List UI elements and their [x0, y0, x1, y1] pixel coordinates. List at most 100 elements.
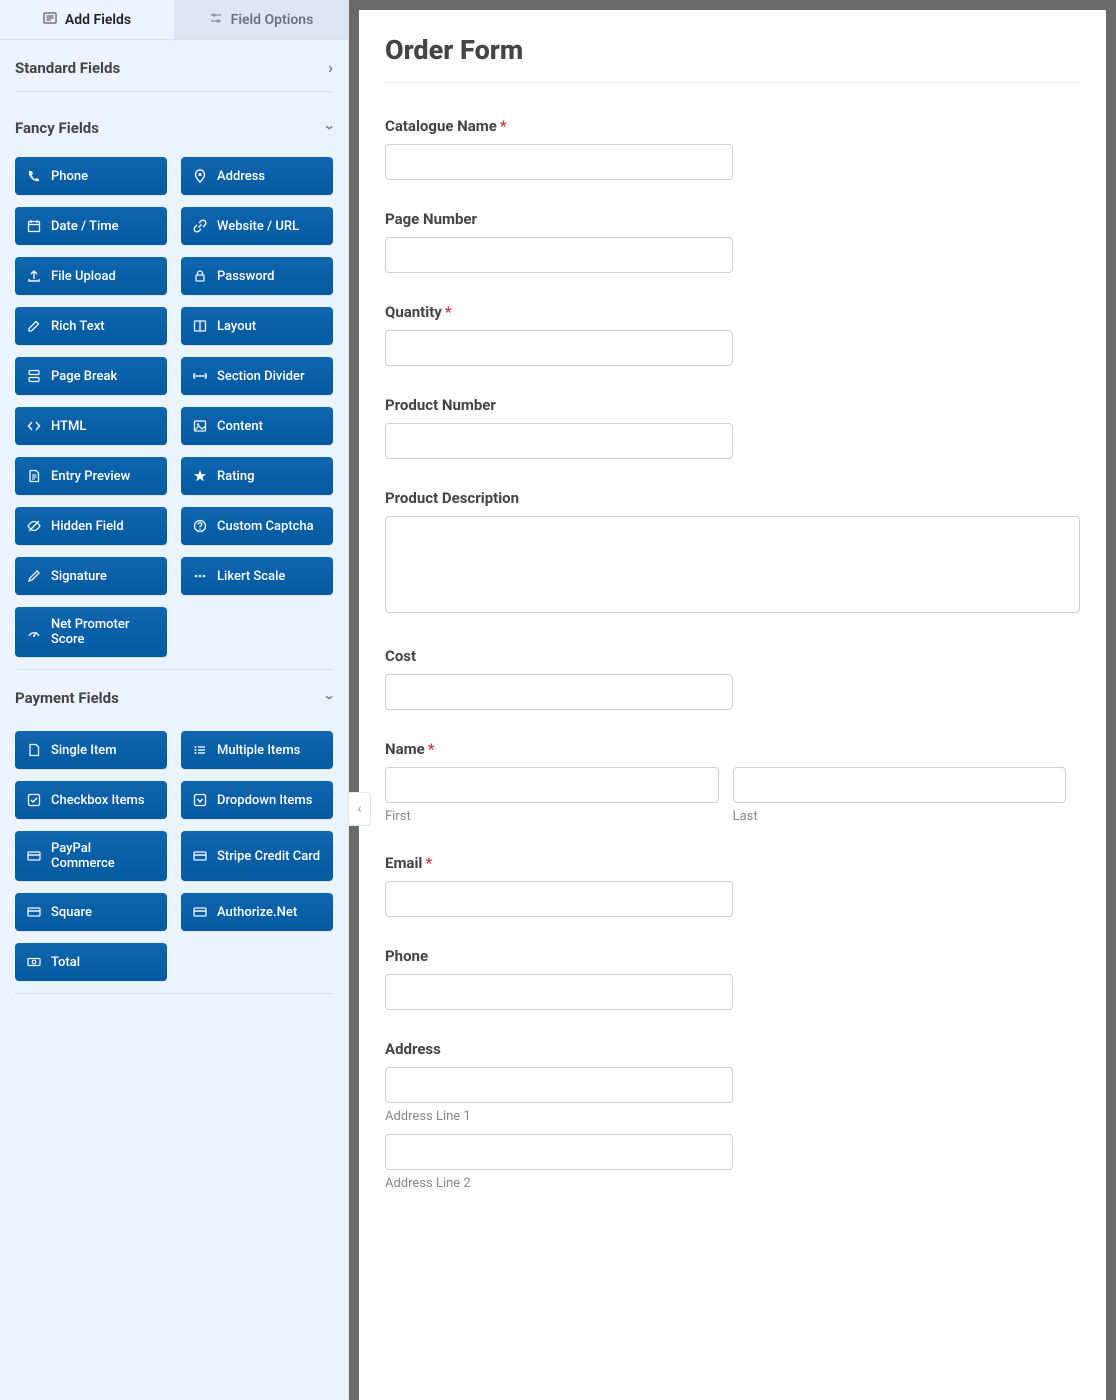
pen-icon: [27, 569, 41, 583]
field-label: Cost: [385, 647, 1080, 665]
payment-field-checkbox-items[interactable]: Checkbox Items: [15, 781, 167, 819]
product-description-textarea[interactable]: [385, 516, 1080, 613]
chevron-right-icon: ›: [328, 58, 333, 77]
fancy-field-custom-captcha[interactable]: Custom Captcha: [181, 507, 333, 545]
lock-icon: [193, 269, 207, 283]
quantity-input[interactable]: [385, 330, 733, 366]
fancy-field-likert-scale[interactable]: Likert Scale: [181, 557, 333, 595]
columns-icon: [193, 319, 207, 333]
field-label: Product Number: [385, 396, 1080, 414]
list-icon: [193, 743, 207, 757]
payment-field-paypal-commerce[interactable]: PayPal Commerce: [15, 831, 167, 881]
star-icon: [193, 469, 207, 483]
field-product-number[interactable]: Product Number: [385, 396, 1080, 459]
tab-label: Field Options: [231, 12, 314, 28]
field-button-label: Custom Captcha: [217, 519, 314, 534]
catalogue-name-input[interactable]: [385, 144, 733, 180]
payment-field-multiple-items[interactable]: Multiple Items: [181, 731, 333, 769]
card-icon: [193, 849, 207, 863]
field-button-label: File Upload: [51, 269, 116, 284]
code-icon: [27, 419, 41, 433]
payment-field-authorize-net[interactable]: Authorize.Net: [181, 893, 333, 931]
field-product-description[interactable]: Product Description: [385, 489, 1080, 617]
sidebar-collapse-toggle[interactable]: ‹: [349, 792, 371, 826]
tab-field-options[interactable]: Field Options: [174, 0, 348, 39]
last-name-input[interactable]: [733, 767, 1067, 803]
field-button-label: Dropdown Items: [217, 793, 312, 808]
fancy-field-date-time[interactable]: Date / Time: [15, 207, 167, 245]
address-line1-input[interactable]: [385, 1067, 733, 1103]
address-line2-input[interactable]: [385, 1134, 733, 1170]
field-label: Name*: [385, 740, 1080, 758]
product-number-input[interactable]: [385, 423, 733, 459]
field-address[interactable]: Address Address Line 1 Address Line 2: [385, 1040, 1080, 1191]
fancy-field-content[interactable]: Content: [181, 407, 333, 445]
fancy-field-rating[interactable]: Rating: [181, 457, 333, 495]
edit-icon: [27, 319, 41, 333]
first-name-input[interactable]: [385, 767, 719, 803]
section-standard-fields[interactable]: Standard Fields ›: [15, 40, 333, 92]
field-catalogue-name[interactable]: Catalogue Name*: [385, 117, 1080, 180]
sliders-icon: [209, 11, 223, 29]
required-mark: *: [428, 740, 435, 758]
fancy-field-signature[interactable]: Signature: [15, 557, 167, 595]
fancy-field-phone[interactable]: Phone: [15, 157, 167, 195]
chevron-down-icon: ›: [321, 695, 340, 700]
field-button-label: Signature: [51, 569, 107, 584]
tab-add-fields[interactable]: Add Fields: [0, 0, 174, 39]
field-email[interactable]: Email*: [385, 854, 1080, 917]
fancy-field-page-break[interactable]: Page Break: [15, 357, 167, 395]
field-button-label: Square: [51, 905, 92, 920]
payment-field-single-item[interactable]: Single Item: [15, 731, 167, 769]
fancy-field-entry-preview[interactable]: Entry Preview: [15, 457, 167, 495]
section-title: Payment Fields: [15, 689, 119, 707]
field-button-label: Page Break: [51, 369, 117, 384]
payment-field-square[interactable]: Square: [15, 893, 167, 931]
payment-field-total[interactable]: Total: [15, 943, 167, 981]
field-phone[interactable]: Phone: [385, 947, 1080, 1010]
field-button-label: Password: [217, 269, 274, 284]
field-name[interactable]: Name* First Last: [385, 740, 1080, 824]
fancy-field-rich-text[interactable]: Rich Text: [15, 307, 167, 345]
section-payment-fields[interactable]: Payment Fields ›: [15, 669, 333, 721]
page-number-input[interactable]: [385, 237, 733, 273]
field-button-label: Multiple Items: [217, 743, 300, 758]
link-icon: [193, 219, 207, 233]
fancy-field-file-upload[interactable]: File Upload: [15, 257, 167, 295]
help-icon: [193, 519, 207, 533]
phone-input[interactable]: [385, 974, 733, 1010]
field-button-label: Layout: [217, 319, 256, 334]
field-button-label: Date / Time: [51, 219, 119, 234]
fancy-field-layout[interactable]: Layout: [181, 307, 333, 345]
section-fancy-fields[interactable]: Fancy Fields ›: [15, 104, 333, 151]
eye-off-icon: [27, 519, 41, 533]
fancy-field-html[interactable]: HTML: [15, 407, 167, 445]
fancy-field-address[interactable]: Address: [181, 157, 333, 195]
field-label: Phone: [385, 947, 1080, 965]
field-page-number[interactable]: Page Number: [385, 210, 1080, 273]
field-cost[interactable]: Cost: [385, 647, 1080, 710]
payment-field-dropdown-items[interactable]: Dropdown Items: [181, 781, 333, 819]
sublabel-first: First: [385, 809, 719, 824]
fancy-field-hidden-field[interactable]: Hidden Field: [15, 507, 167, 545]
form-canvas[interactable]: Order Form Catalogue Name* Page Number Q…: [359, 10, 1106, 1400]
field-button-label: Rich Text: [51, 319, 105, 334]
cost-input[interactable]: [385, 674, 733, 710]
payment-field-stripe-credit-card[interactable]: Stripe Credit Card: [181, 831, 333, 881]
fancy-field-website-url[interactable]: Website / URL: [181, 207, 333, 245]
card-icon: [27, 905, 41, 919]
dots-icon: [193, 569, 207, 583]
image-icon: [193, 419, 207, 433]
gauge-icon: [27, 625, 41, 639]
check-square-icon: [27, 793, 41, 807]
field-button-label: Address: [217, 169, 265, 184]
fancy-field-net-promoter-score[interactable]: Net Promoter Score: [15, 607, 167, 657]
field-label: Page Number: [385, 210, 1080, 228]
form-icon: [43, 11, 57, 29]
field-button-label: Stripe Credit Card: [217, 849, 320, 864]
field-quantity[interactable]: Quantity*: [385, 303, 1080, 366]
fancy-field-password[interactable]: Password: [181, 257, 333, 295]
email-input[interactable]: [385, 881, 733, 917]
fancy-field-section-divider[interactable]: Section Divider: [181, 357, 333, 395]
chevron-down-icon: ›: [321, 125, 340, 130]
